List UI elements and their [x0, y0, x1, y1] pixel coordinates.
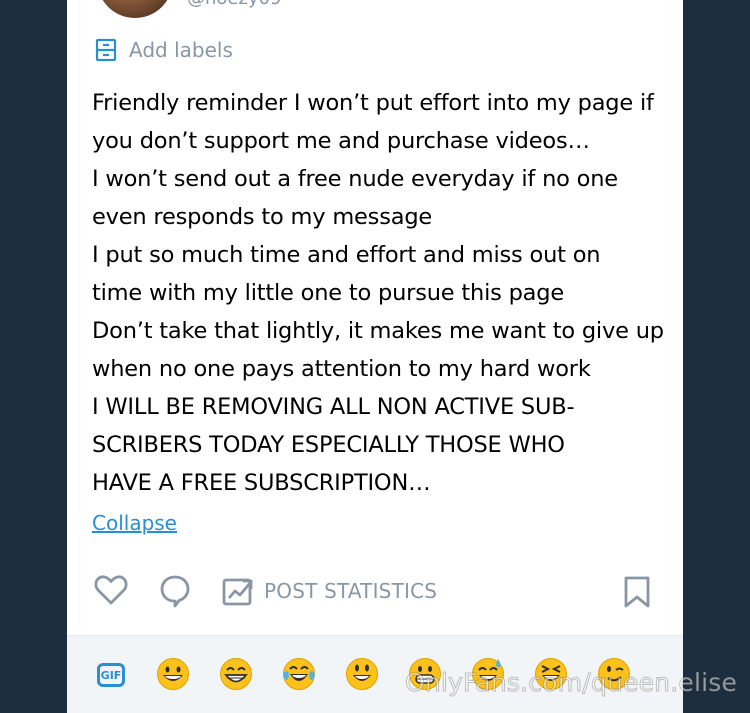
watermark: OnlyFans.com/queen.elise [404, 668, 738, 698]
post-actions: POST STATISTICS [67, 570, 683, 614]
gif-button[interactable]: GIF [97, 663, 125, 687]
bookmark-icon [624, 576, 650, 608]
post-line: Friendly reminder I won’t put effort int… [92, 90, 654, 116]
comment-icon [160, 575, 190, 608]
post-line: I WILL BE REMOVING ALL NON ACTIVE SUB- [92, 394, 575, 420]
collapse-link[interactable]: Collapse [92, 511, 177, 535]
add-labels-label: Add labels [129, 38, 233, 62]
username[interactable]: @noezy09 [187, 0, 282, 9]
heart-icon [94, 575, 128, 605]
beaming-emoji-icon[interactable] [219, 657, 253, 691]
post-statistics-label: POST STATISTICS [264, 579, 438, 603]
post-line: SCRIBERS TODAY ESPECIALLY THOSE WHO [92, 432, 565, 458]
post-line: time with my little one to pursue this p… [92, 280, 564, 306]
add-labels-button[interactable]: Add labels [95, 38, 233, 62]
post-card: @noezy09 Add labels Friendly reminder I … [67, 0, 683, 713]
post-line: HAVE A FREE SUBSCRIPTION… [92, 470, 431, 496]
post-text: Friendly reminder I won’t put effort int… [92, 84, 672, 502]
smiley-emoji-icon[interactable] [345, 657, 379, 691]
avatar[interactable] [97, 0, 173, 18]
comment-button[interactable] [159, 574, 191, 608]
like-button[interactable] [94, 574, 128, 606]
bookmark-button[interactable] [623, 576, 651, 608]
chart-icon [222, 578, 253, 606]
post-line: I put so much time and effort and miss o… [92, 242, 601, 268]
label-icon [95, 38, 117, 62]
post-line: Don’t take that lightly, it makes me wan… [92, 318, 664, 344]
post-statistics-button[interactable]: POST STATISTICS [222, 576, 437, 606]
post-line: I won’t send out a free nude everyday if… [92, 166, 618, 192]
post-line: even responds to my message [92, 204, 433, 230]
tears-of-joy-emoji-icon[interactable] [282, 657, 316, 691]
grinning-emoji-icon[interactable] [156, 657, 190, 691]
post-line: you don’t support me and purchase videos… [92, 128, 590, 154]
post-line: when no one pays attention to my hard wo… [92, 356, 591, 382]
